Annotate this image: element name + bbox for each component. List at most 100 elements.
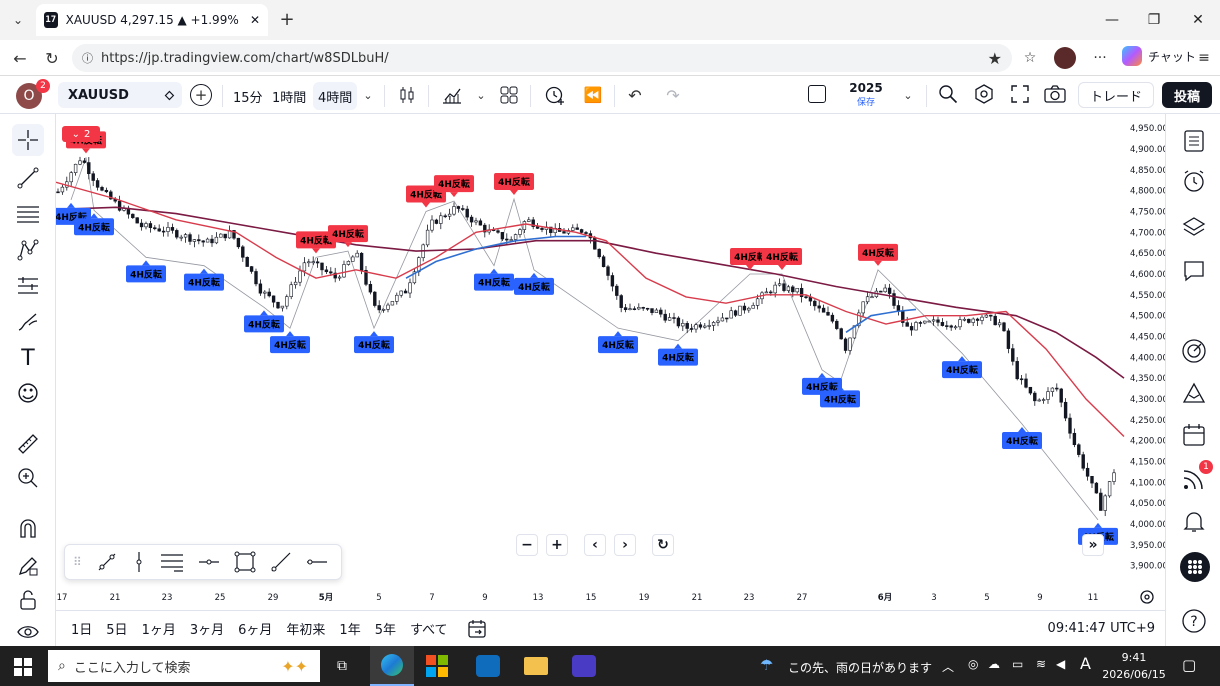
- new-tab-icon[interactable]: +: [276, 8, 298, 30]
- alerts-clock-icon[interactable]: [1179, 166, 1209, 196]
- range-button[interactable]: 5年: [368, 619, 403, 638]
- horizontal-ray-icon[interactable]: [198, 551, 220, 573]
- range-button[interactable]: すべて: [403, 619, 455, 638]
- lock-icon[interactable]: [12, 584, 44, 616]
- weather-text[interactable]: この先、雨の日があります: [788, 659, 932, 676]
- indicators-icon[interactable]: [442, 86, 462, 104]
- url-field[interactable]: ⓘ https://jp.tradingview.com/chart/w8SDL…: [72, 44, 1012, 72]
- onedrive-cloud-icon[interactable]: ☁: [988, 657, 1000, 671]
- teams-icon[interactable]: [572, 655, 596, 677]
- back-icon[interactable]: ←: [8, 46, 32, 70]
- interval-15m[interactable]: 15分: [233, 84, 263, 108]
- windows-start-icon[interactable]: [14, 658, 32, 676]
- parallel-channel-icon[interactable]: [160, 551, 184, 573]
- indicators-chevron-icon[interactable]: ⌄: [474, 86, 488, 104]
- store-icon[interactable]: [426, 655, 448, 677]
- zoom-in-button[interactable]: +: [546, 534, 568, 556]
- speaker-icon[interactable]: ◀: [1056, 657, 1065, 671]
- browser-tab[interactable]: 17 XAUUSD 4,297.15 ▲ +1.99% 2025 ✕: [36, 4, 268, 36]
- add-symbol-icon[interactable]: +: [190, 84, 212, 106]
- taskbar-edge-app[interactable]: [370, 646, 414, 686]
- brush-icon[interactable]: [12, 306, 44, 338]
- text-tool-icon[interactable]: T: [12, 342, 44, 374]
- vertical-line-icon[interactable]: [132, 551, 146, 573]
- wifi-icon[interactable]: ≋: [1036, 657, 1046, 671]
- emoji-icon[interactable]: ☺: [12, 378, 44, 410]
- zoom-out-button[interactable]: −: [516, 534, 538, 556]
- layout-name-button[interactable]: 2025 保存: [846, 81, 886, 108]
- quick-search-icon[interactable]: [938, 84, 958, 104]
- undo-icon[interactable]: ↶: [624, 84, 646, 106]
- fullscreen-icon[interactable]: [1010, 84, 1030, 104]
- interval-1h[interactable]: 1時間: [272, 84, 306, 108]
- minimize-icon[interactable]: —: [1100, 8, 1124, 32]
- site-info-icon[interactable]: ⓘ: [82, 50, 93, 66]
- favorites-icon[interactable]: ☆: [1018, 46, 1042, 70]
- target-icon[interactable]: [1179, 336, 1209, 366]
- task-view-icon[interactable]: ⧉: [330, 654, 354, 678]
- more-icon[interactable]: ···: [1088, 46, 1112, 70]
- scroll-left-button[interactable]: ‹: [584, 534, 606, 556]
- help-icon[interactable]: ?: [1179, 606, 1209, 636]
- publish-button[interactable]: 投稿: [1162, 82, 1212, 108]
- reload-icon[interactable]: ↻: [40, 46, 64, 70]
- range-button[interactable]: 年初来: [279, 619, 332, 638]
- go-to-date-icon[interactable]: [467, 619, 487, 639]
- horizontal-line-icon[interactable]: [306, 551, 328, 573]
- range-button[interactable]: 1ヶ月: [135, 619, 183, 638]
- battery-icon[interactable]: ▭: [1012, 657, 1023, 671]
- taskbar-clock[interactable]: 9:41 2026/06/15: [1102, 649, 1166, 683]
- sidebar-menu-icon[interactable]: ≡: [1192, 46, 1216, 70]
- magnet-icon[interactable]: [12, 512, 44, 544]
- rectangle-icon[interactable]: [234, 551, 256, 573]
- crosshair-icon[interactable]: [12, 124, 44, 156]
- lock-drawing-pencil-icon[interactable]: [12, 550, 44, 582]
- calendar-icon[interactable]: [1179, 420, 1209, 450]
- tray-chevron-icon[interactable]: ︿: [942, 658, 954, 675]
- replay-icon[interactable]: ⏪: [582, 84, 604, 106]
- price-chart[interactable]: 4H反転4H反転4H反転4H反転4H反転4H反転4H反転4H反転4H反転4H反転…: [56, 114, 1165, 610]
- range-button[interactable]: 1日: [64, 619, 99, 638]
- range-button[interactable]: 3ヶ月: [183, 619, 231, 638]
- ray-icon[interactable]: [270, 551, 292, 573]
- drag-handle-icon[interactable]: ⠿: [73, 555, 82, 569]
- pattern-icon[interactable]: [12, 234, 44, 266]
- restore-icon[interactable]: ❐: [1142, 8, 1166, 32]
- ime-indicator-icon[interactable]: A: [1080, 654, 1091, 673]
- axis-settings-icon[interactable]: [1138, 588, 1156, 606]
- scroll-right-button[interactable]: ›: [614, 534, 636, 556]
- trend-line-icon[interactable]: [12, 162, 44, 194]
- collapse-indicators-badge[interactable]: ⌄ 2: [62, 126, 100, 142]
- tab-close-icon[interactable]: ✕: [250, 13, 260, 27]
- candles-chart-type-icon[interactable]: [398, 86, 416, 104]
- ideas-triangle-icon[interactable]: [1179, 378, 1209, 408]
- interval-4h[interactable]: 4時間: [313, 82, 358, 110]
- alert-add-icon[interactable]: [544, 84, 566, 106]
- outlook-icon[interactable]: [476, 655, 500, 677]
- notification-center-icon[interactable]: ▢: [1182, 656, 1196, 674]
- utc-clock[interactable]: 09:41:47 UTC+9: [1048, 621, 1155, 636]
- layout-dropdown-chevron-icon[interactable]: ⌄: [900, 86, 916, 104]
- copilot-button[interactable]: チャット: [1122, 46, 1196, 66]
- redo-icon[interactable]: ↷: [662, 84, 684, 106]
- layers-icon[interactable]: [1179, 212, 1209, 242]
- notifications-bell-icon[interactable]: [1179, 506, 1209, 536]
- profile-avatar[interactable]: [1054, 47, 1076, 69]
- settings-hexagon-icon[interactable]: [974, 84, 994, 104]
- tab-list-chevron-icon[interactable]: ⌄: [8, 10, 28, 30]
- symbol-search[interactable]: XAUUSD ⬦: [58, 82, 182, 108]
- ruler-icon[interactable]: [12, 428, 44, 460]
- forecast-icon[interactable]: [12, 270, 44, 302]
- range-button[interactable]: 6ヶ月: [231, 619, 279, 638]
- scroll-to-realtime-button[interactable]: »: [1082, 534, 1104, 556]
- fib-retracement-icon[interactable]: [12, 198, 44, 230]
- products-menu-icon[interactable]: [1180, 552, 1210, 582]
- compare-icon[interactable]: ⬦: [165, 88, 174, 103]
- range-button[interactable]: 5日: [99, 619, 134, 638]
- interval-dropdown-chevron-icon[interactable]: ⌄: [360, 86, 376, 104]
- zoom-in-icon[interactable]: [12, 462, 44, 494]
- hide-drawings-eye-icon[interactable]: [12, 616, 44, 648]
- layout-square-icon[interactable]: [808, 85, 826, 103]
- range-button[interactable]: 1年: [332, 619, 367, 638]
- chat-icon[interactable]: [1179, 256, 1209, 286]
